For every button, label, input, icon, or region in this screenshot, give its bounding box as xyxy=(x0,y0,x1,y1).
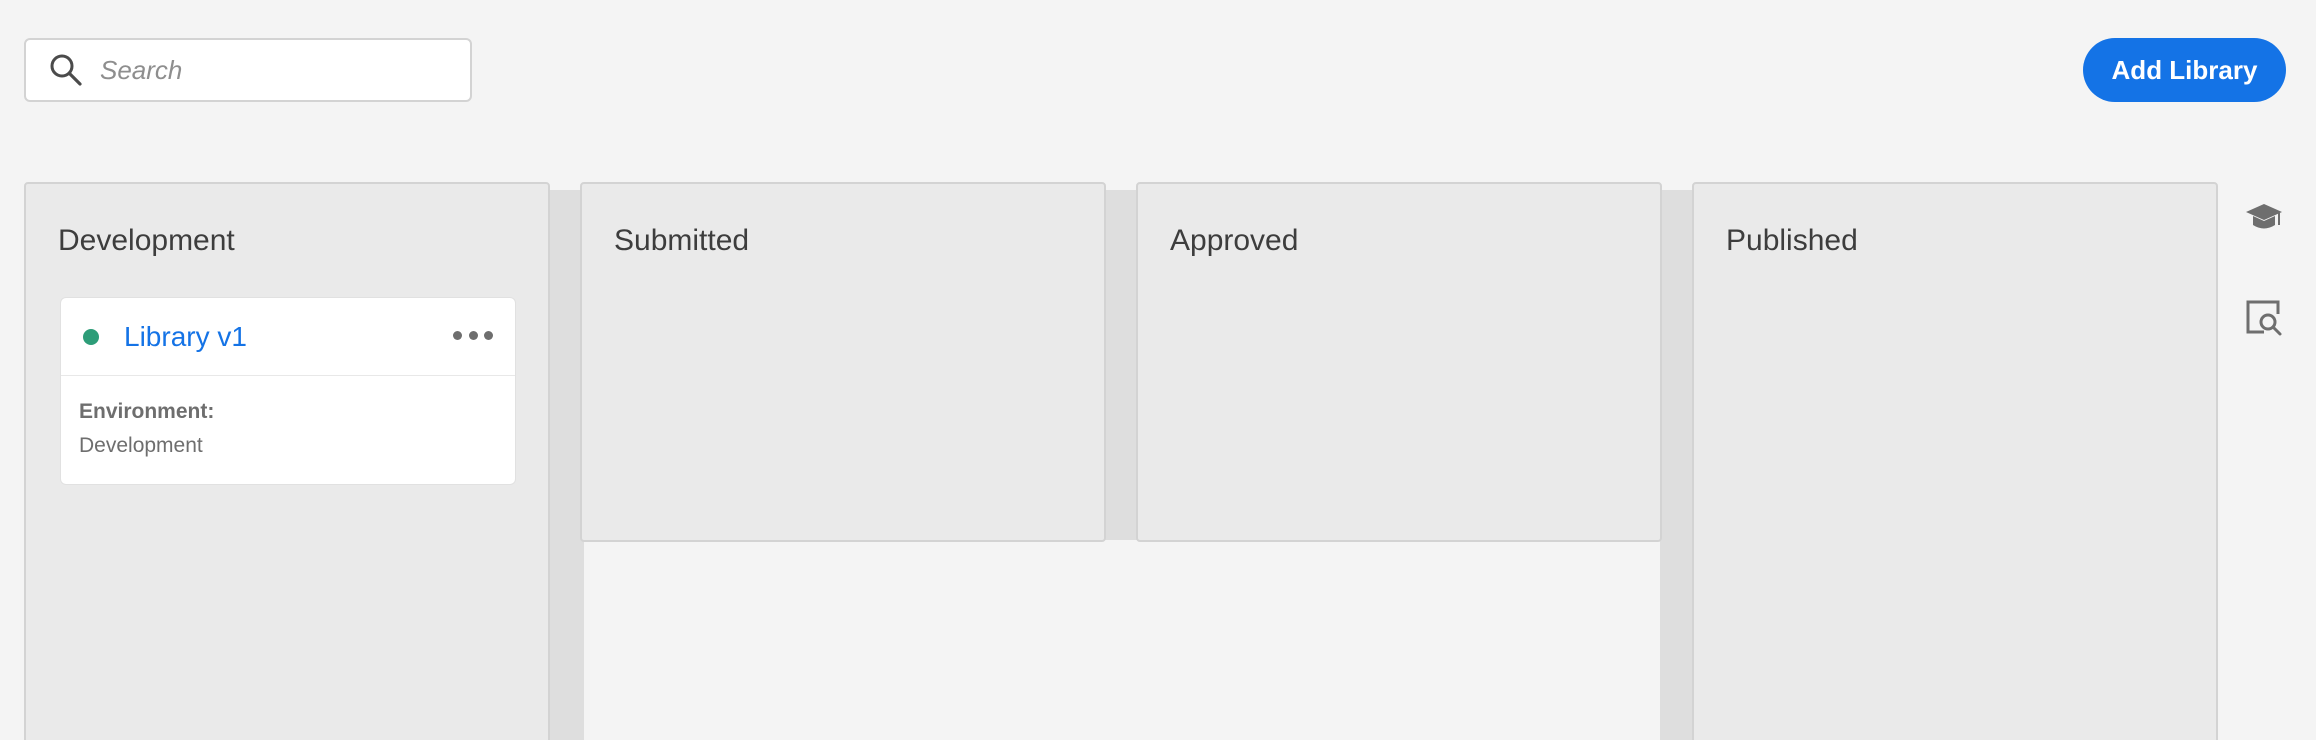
more-actions-icon[interactable] xyxy=(453,320,493,350)
library-card-body: Environment: Development xyxy=(61,376,515,458)
library-name-link[interactable]: Library v1 xyxy=(124,321,247,353)
flow-connector xyxy=(1104,190,1140,540)
flow-connector xyxy=(548,190,584,740)
column-title: Development xyxy=(58,224,235,257)
graduation-cap-icon[interactable] xyxy=(2244,198,2284,238)
search-icon xyxy=(50,54,82,86)
column-title: Published xyxy=(1726,224,1858,257)
flow-connector xyxy=(1660,190,1696,740)
add-library-button[interactable]: Add Library xyxy=(2083,38,2286,102)
column-title: Approved xyxy=(1170,224,1299,257)
library-card-header: Library v1 xyxy=(61,298,515,376)
search-box[interactable] xyxy=(24,38,472,102)
environment-label: Environment: xyxy=(79,400,215,423)
column-development: Development Library v1 Environment: Deve… xyxy=(24,182,550,740)
preview-search-icon[interactable] xyxy=(2244,298,2284,338)
column-approved: Approved xyxy=(1136,182,1662,542)
column-title: Submitted xyxy=(614,224,750,257)
search-input[interactable] xyxy=(100,54,460,86)
status-dot xyxy=(83,328,99,345)
column-published: Published xyxy=(1692,182,2218,740)
column-submitted: Submitted xyxy=(580,182,1106,542)
environment-value: Development xyxy=(79,434,203,457)
library-card[interactable]: Library v1 Environment: Development xyxy=(60,297,516,485)
publishing-flow-page: Add Library Development Library v1 Envir… xyxy=(0,0,2316,740)
